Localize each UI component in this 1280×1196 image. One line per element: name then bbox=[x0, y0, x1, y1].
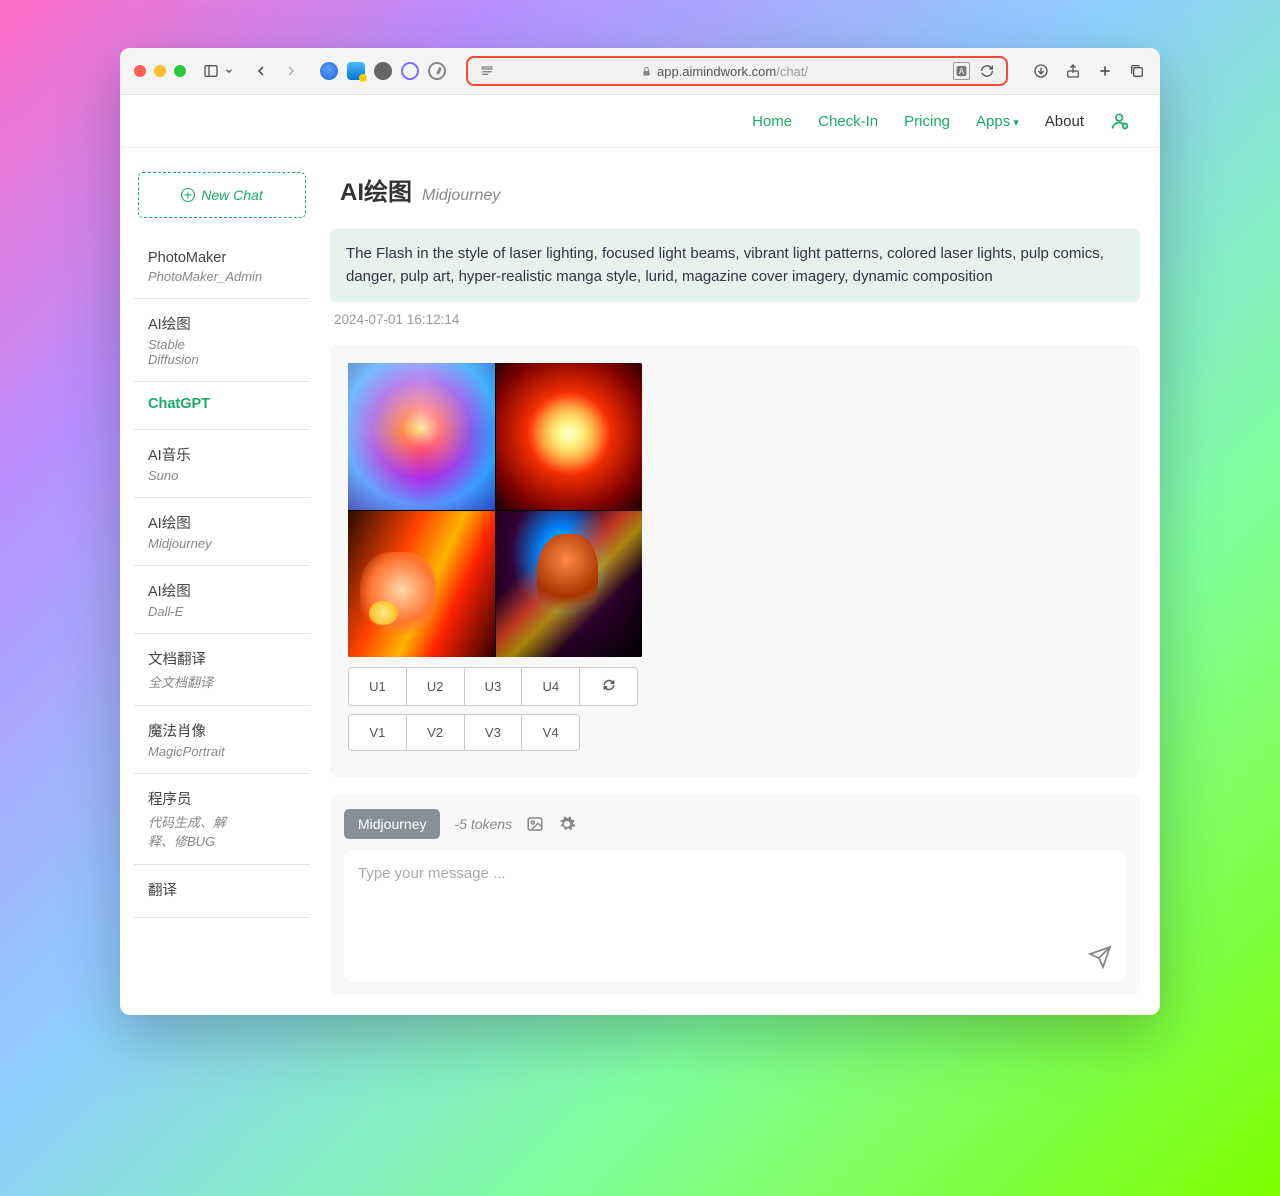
sidebar-item-translate[interactable]: 翻译 bbox=[134, 865, 310, 918]
image-grid[interactable] bbox=[348, 363, 642, 657]
model-chip[interactable]: Midjourney bbox=[344, 809, 440, 839]
upscale-4-button[interactable]: U4 bbox=[522, 668, 580, 705]
extension-icon-4[interactable] bbox=[401, 62, 419, 80]
generated-image-4[interactable] bbox=[496, 511, 643, 658]
chevron-down-icon[interactable] bbox=[224, 62, 234, 80]
sidebar-item-dalle[interactable]: AI绘图 Dall-E bbox=[134, 566, 310, 634]
url-bar[interactable]: app.aimindwork.com/chat/ 🅰 bbox=[466, 56, 1008, 86]
new-tab-icon[interactable] bbox=[1096, 62, 1114, 80]
nav-about[interactable]: About bbox=[1045, 113, 1084, 130]
sidebar: New Chat PhotoMaker PhotoMaker_Admin AI绘… bbox=[120, 148, 310, 1015]
plus-icon bbox=[181, 188, 195, 202]
timestamp: 2024-07-01 16:12:14 bbox=[334, 312, 1140, 327]
user-account-icon[interactable] bbox=[1110, 111, 1130, 131]
nav-home[interactable]: Home bbox=[752, 113, 792, 130]
download-icon[interactable] bbox=[1032, 62, 1050, 80]
close-window-button[interactable] bbox=[134, 65, 146, 77]
result-card: U1 U2 U3 U4 V1 V2 V3 V4 bbox=[330, 345, 1140, 777]
sidebar-item-title: PhotoMaker bbox=[148, 250, 304, 266]
sidebar-item-programmer[interactable]: 程序员 代码生成、解释、修BUG bbox=[134, 774, 310, 865]
tabs-icon[interactable] bbox=[1128, 62, 1146, 80]
message-placeholder: Type your message ... bbox=[358, 865, 506, 882]
token-cost: -5 tokens bbox=[454, 816, 512, 832]
variation-2-button[interactable]: V2 bbox=[407, 715, 465, 750]
sidebar-item-title: 程序员 bbox=[148, 788, 304, 809]
page-title: AI绘图 bbox=[340, 172, 412, 207]
sidebar-item-suno[interactable]: AI音乐 Suno bbox=[134, 430, 310, 498]
extension-icon-3[interactable] bbox=[374, 62, 392, 80]
send-button[interactable] bbox=[1088, 945, 1112, 969]
image-upload-icon[interactable] bbox=[526, 815, 544, 833]
lock-icon bbox=[641, 66, 652, 77]
sidebar-item-title: 魔法肖像 bbox=[148, 720, 304, 741]
forward-button[interactable] bbox=[282, 62, 300, 80]
sidebar-item-title: AI绘图 bbox=[148, 512, 304, 533]
nav-pricing[interactable]: Pricing bbox=[904, 113, 950, 130]
reload-icon[interactable] bbox=[978, 62, 996, 80]
message-input[interactable]: Type your message ... bbox=[344, 851, 1126, 981]
upscale-3-button[interactable]: U3 bbox=[465, 668, 523, 705]
sidebar-item-sub: 代码生成、解释、修BUG bbox=[148, 812, 228, 850]
titlebar: app.aimindwork.com/chat/ 🅰 bbox=[120, 48, 1160, 95]
sidebar-item-midjourney[interactable]: AI绘图 Midjourney bbox=[134, 498, 310, 566]
upscale-button-row: U1 U2 U3 U4 bbox=[348, 667, 638, 706]
sidebar-item-sub: 全文档翻译 bbox=[148, 672, 304, 691]
share-icon[interactable] bbox=[1064, 62, 1082, 80]
sidebar-item-doc-translate[interactable]: 文档翻译 全文档翻译 bbox=[134, 634, 310, 706]
reroll-button[interactable] bbox=[580, 668, 637, 705]
back-button[interactable] bbox=[252, 62, 270, 80]
sidebar-item-title: 文档翻译 bbox=[148, 648, 304, 669]
generated-image-3[interactable] bbox=[348, 511, 495, 658]
upscale-1-button[interactable]: U1 bbox=[349, 668, 407, 705]
maximize-window-button[interactable] bbox=[174, 65, 186, 77]
settings-icon[interactable] bbox=[558, 815, 576, 833]
input-card: Midjourney -5 tokens Type your message .… bbox=[330, 795, 1140, 995]
traffic-lights bbox=[134, 65, 186, 77]
header-nav: Home Check-In Pricing Apps About bbox=[120, 95, 1160, 148]
sidebar-item-title: AI绘图 bbox=[148, 313, 304, 334]
sidebar-item-title: AI绘图 bbox=[148, 580, 304, 601]
sidebar-item-sub: Dall-E bbox=[148, 604, 304, 619]
generated-image-2[interactable] bbox=[496, 363, 643, 510]
sidebar-toggle-icon[interactable] bbox=[202, 62, 220, 80]
variation-1-button[interactable]: V1 bbox=[349, 715, 407, 750]
sidebar-item-title: AI音乐 bbox=[148, 444, 304, 465]
prompt-message: The Flash in the style of laser lighting… bbox=[330, 229, 1140, 302]
sidebar-item-magic-portrait[interactable]: 魔法肖像 MagicPortrait bbox=[134, 706, 310, 774]
sidebar-item-sub: Suno bbox=[148, 468, 304, 483]
variation-3-button[interactable]: V3 bbox=[465, 715, 523, 750]
format-icon[interactable] bbox=[478, 62, 496, 80]
upscale-2-button[interactable]: U2 bbox=[407, 668, 465, 705]
nav-checkin[interactable]: Check-In bbox=[818, 113, 878, 130]
main-content: AI绘图 Midjourney The Flash in the style o… bbox=[310, 148, 1160, 1015]
extension-icon-5[interactable] bbox=[428, 62, 446, 80]
extension-icon-2[interactable] bbox=[347, 62, 365, 80]
sidebar-item-sub: PhotoMaker_Admin bbox=[148, 269, 304, 284]
sidebar-item-stable-diffusion[interactable]: AI绘图 Stable Diffusion bbox=[134, 299, 310, 382]
variation-4-button[interactable]: V4 bbox=[522, 715, 579, 750]
extension-icon-1[interactable] bbox=[320, 62, 338, 80]
sidebar-item-sub: Stable Diffusion bbox=[148, 337, 218, 367]
browser-window: app.aimindwork.com/chat/ 🅰 Home Check-In… bbox=[120, 48, 1160, 1015]
page-subtitle: Midjourney bbox=[422, 187, 500, 205]
extension-icons bbox=[320, 62, 446, 80]
sidebar-item-chatgpt[interactable]: ChatGPT bbox=[134, 382, 310, 430]
sidebar-item-sub: MagicPortrait bbox=[148, 744, 304, 759]
new-chat-button[interactable]: New Chat bbox=[138, 172, 306, 218]
sidebar-item-sub: Midjourney bbox=[148, 536, 304, 551]
generated-image-1[interactable] bbox=[348, 363, 495, 510]
minimize-window-button[interactable] bbox=[154, 65, 166, 77]
url-domain: app.aimindwork.com/chat/ bbox=[657, 64, 808, 79]
variation-button-row: V1 V2 V3 V4 bbox=[348, 714, 580, 751]
sidebar-item-title: 翻译 bbox=[148, 879, 304, 900]
sidebar-item-photomaker[interactable]: PhotoMaker PhotoMaker_Admin bbox=[134, 236, 310, 299]
nav-apps[interactable]: Apps bbox=[976, 113, 1019, 130]
translate-icon[interactable]: 🅰 bbox=[953, 62, 970, 80]
sidebar-item-title: ChatGPT bbox=[148, 396, 304, 412]
